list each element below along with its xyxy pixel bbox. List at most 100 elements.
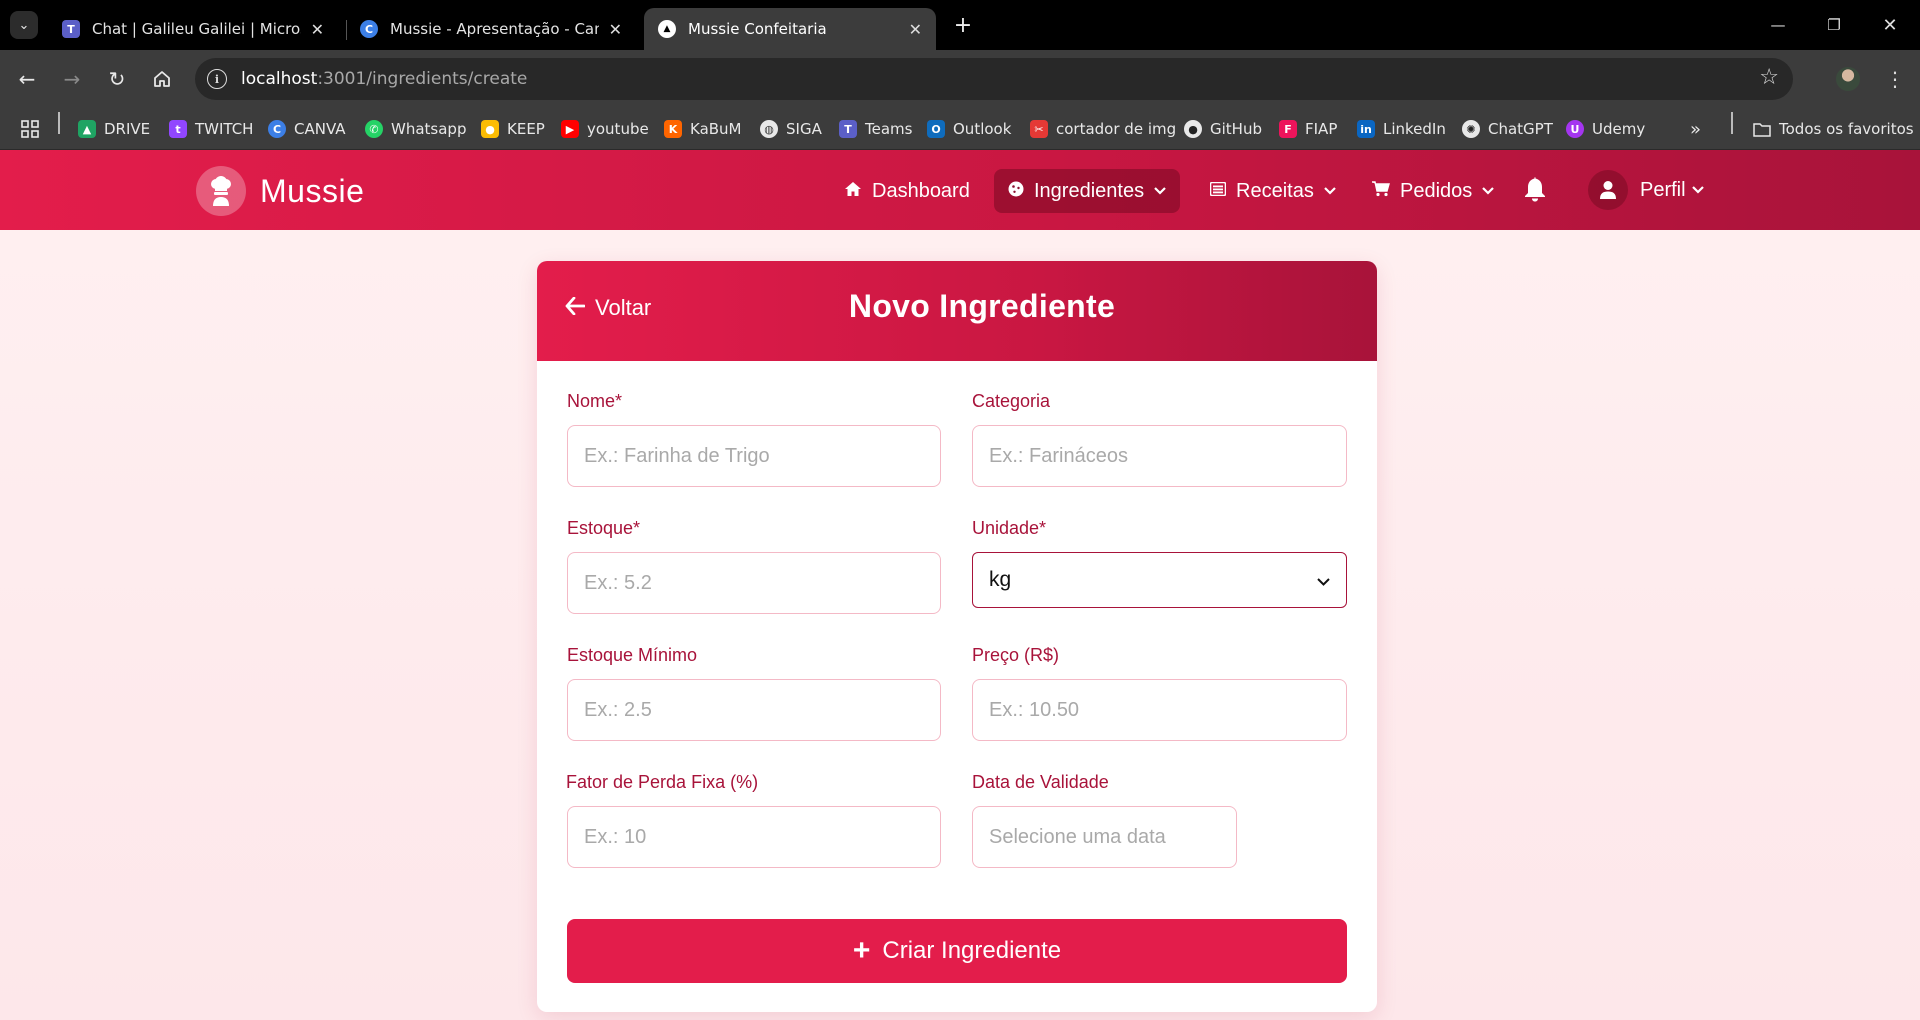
all-bookmarks-folder[interactable]: Todos os favoritos [1753, 116, 1914, 142]
bookmark-teams[interactable]: T Teams [839, 116, 912, 142]
page-scrollbar[interactable] [1912, 150, 1920, 1020]
home-icon [844, 181, 862, 202]
chevron-down-icon [1154, 184, 1166, 198]
estoque-minimo-input[interactable] [567, 679, 941, 741]
forward-arrow-icon[interactable]: → [55, 62, 89, 96]
udemy-icon: U [1566, 120, 1584, 138]
cart-icon [1372, 180, 1390, 202]
bookmark-twitch[interactable]: t TWITCH [169, 116, 253, 142]
unidade-select[interactable]: kg [972, 552, 1347, 608]
back-arrow-icon[interactable]: ← [10, 62, 44, 96]
tab-teams-chat[interactable]: T Chat | Galileu Galilei | Microsoft ✕ [48, 8, 338, 50]
criar-ingrediente-button[interactable]: + Criar Ingrediente [567, 919, 1347, 983]
bookmark-keep[interactable]: ● KEEP [481, 116, 545, 142]
nav-pedidos[interactable]: Pedidos [1358, 169, 1508, 213]
tab-mussie-confeitaria[interactable]: ▲ Mussie Confeitaria ✕ [644, 8, 936, 50]
fiap-icon: F [1279, 120, 1297, 138]
minimize-icon[interactable]: — [1758, 10, 1798, 40]
bookmark-cortador-de-img[interactable]: ✂ cortador de img [1030, 116, 1176, 142]
browser-profile-avatar[interactable] [1836, 67, 1860, 91]
bookmark-fiap[interactable]: F FIAP [1279, 116, 1337, 142]
bookmark-udemy[interactable]: U Udemy [1566, 116, 1645, 142]
close-tab-icon[interactable]: ✕ [311, 20, 324, 39]
site-info-icon[interactable]: i [207, 69, 227, 89]
nav-perfil[interactable]: Perfil [1588, 170, 1704, 210]
browser-tab-strip: ⌄ T Chat | Galileu Galilei | Microsoft ✕… [0, 0, 1920, 50]
drive-icon: ▲ [78, 120, 96, 138]
browser-menu-icon[interactable]: ⋮ [1880, 62, 1910, 96]
more-bookmarks-icon[interactable]: » [1690, 116, 1701, 142]
nome-label: Nome* [567, 391, 623, 411]
fator-perda-label: Fator de Perda Fixa (%) [566, 772, 759, 792]
estoque-minimo-label: Estoque Mínimo [567, 645, 698, 665]
close-tab-icon[interactable]: ✕ [609, 20, 622, 39]
outlook-icon: O [927, 120, 945, 138]
whatsapp-icon: ✆ [365, 120, 383, 138]
brand-logo-link[interactable]: Mussie [196, 166, 364, 216]
unidade-label: Unidade* [972, 518, 1047, 538]
categoria-label: Categoria [972, 391, 1051, 411]
app-navbar: Mussie Dashboard Ingredientes Receitas P… [0, 150, 1920, 230]
apps-grid-icon[interactable] [20, 116, 40, 142]
data-validade-label: Data de Validade [972, 772, 1109, 792]
folder-icon [1753, 120, 1771, 138]
kabum-icon: K [664, 120, 682, 138]
bookmarks-divider [58, 112, 60, 134]
list-icon [1209, 181, 1227, 201]
estoque-label: Estoque* [567, 518, 641, 538]
plus-icon: + [852, 934, 871, 967]
bookmark-outlook[interactable]: O Outlook [927, 116, 1011, 142]
canva-icon: C [268, 120, 286, 138]
close-tab-icon[interactable]: ✕ [909, 20, 922, 39]
bookmark-canva[interactable]: C CANVA [268, 116, 346, 142]
bookmark-linkedin[interactable]: in LinkedIn [1357, 116, 1446, 142]
chevron-down-icon [1691, 183, 1704, 197]
linkedin-icon: in [1357, 120, 1375, 138]
notification-bell-icon[interactable] [1524, 176, 1546, 206]
tab-canva[interactable]: C Mussie - Apresentação - Canva ✕ [346, 8, 636, 50]
data-validade-input[interactable] [972, 806, 1237, 868]
chevron-down-icon [1482, 184, 1495, 198]
bookmark-chatgpt[interactable]: ✺ ChatGPT [1462, 116, 1553, 142]
teams-icon: T [839, 120, 857, 138]
app-page: Mussie Dashboard Ingredientes Receitas P… [0, 150, 1920, 1020]
tab-search-button[interactable]: ⌄ [10, 11, 38, 39]
home-icon[interactable] [145, 62, 179, 96]
url-text: localhost:3001/ingredients/create [241, 69, 528, 89]
nome-input[interactable] [567, 425, 941, 487]
preco-input[interactable] [972, 679, 1347, 741]
new-tab-button[interactable]: + [948, 10, 978, 40]
nav-ingredientes[interactable]: Ingredientes [994, 169, 1181, 213]
reload-icon[interactable]: ↻ [100, 62, 134, 96]
page-title: Novo Ingrediente [848, 288, 1116, 324]
address-bar[interactable]: i localhost:3001/ingredients/create ☆ [195, 58, 1793, 100]
globe-icon: ◍ [760, 120, 778, 138]
bookmark-whatsapp[interactable]: ✆ Whatsapp [365, 116, 466, 142]
teams-icon: T [62, 20, 80, 38]
bookmark-star-icon[interactable]: ☆ [1759, 65, 1779, 90]
ingredient-form-card: Voltar Novo Ingrediente Nome* Categoria … [537, 261, 1377, 1012]
categoria-input[interactable] [972, 425, 1347, 487]
fator-perda-input[interactable] [567, 806, 941, 868]
close-window-icon[interactable]: ✕ [1870, 10, 1910, 40]
bookmark-kabum[interactable]: K KaBuM [664, 116, 742, 142]
canva-icon: C [360, 20, 378, 38]
bookmark-drive[interactable]: ▲ DRIVE [78, 116, 150, 142]
chef-hat-icon [196, 166, 246, 216]
twitch-icon: t [169, 120, 187, 138]
youtube-icon: ▶ [561, 120, 579, 138]
estoque-input[interactable] [567, 552, 941, 614]
user-avatar-icon [1588, 170, 1628, 210]
nav-dashboard[interactable]: Dashboard [830, 169, 984, 213]
chevron-down-icon [1317, 568, 1330, 592]
chatgpt-icon: ✺ [1462, 120, 1480, 138]
app-favicon-icon: ▲ [658, 20, 676, 38]
nav-receitas[interactable]: Receitas [1196, 169, 1350, 213]
bookmark-siga[interactable]: ◍ SIGA [760, 116, 822, 142]
chevron-down-icon [1324, 184, 1336, 198]
bookmark-youtube[interactable]: ▶ youtube [561, 116, 649, 142]
bookmark-github[interactable]: ● GitHub [1184, 116, 1262, 142]
restore-icon[interactable]: ❐ [1814, 10, 1854, 40]
bookmarks-divider [1731, 112, 1733, 134]
cookie-icon [1008, 181, 1024, 202]
